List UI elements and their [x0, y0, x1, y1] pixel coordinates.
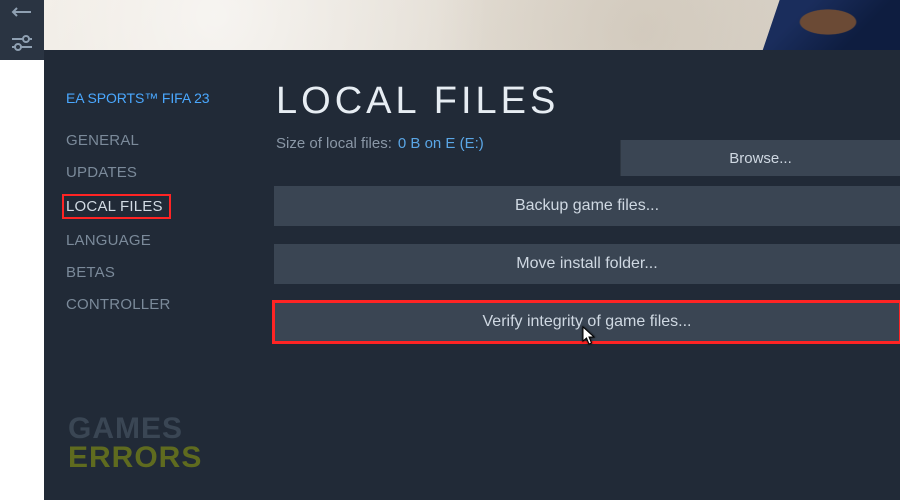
- backup-button[interactable]: Backup game files...: [274, 186, 900, 226]
- sidebar: EA SPORTS™ FIFA 23 GENERAL UPDATES LOCAL…: [44, 50, 274, 500]
- titlebar-banner: [44, 0, 900, 50]
- sidebar-item-betas[interactable]: BETAS: [66, 262, 274, 283]
- move-install-button[interactable]: Move install folder...: [274, 244, 900, 284]
- window-left-toolbar: [0, 0, 44, 60]
- watermark: GAMES ERRORS: [68, 415, 202, 472]
- sidebar-nav: GENERAL UPDATES LOCAL FILES LANGUAGE BET…: [66, 130, 274, 315]
- settings-sliders-icon[interactable]: [11, 35, 33, 56]
- properties-window: EA SPORTS™ FIFA 23 GENERAL UPDATES LOCAL…: [44, 0, 900, 500]
- sidebar-item-controller[interactable]: CONTROLLER: [66, 294, 274, 315]
- move-install-button-label: Move install folder...: [516, 255, 657, 273]
- backup-button-label: Backup game files...: [515, 197, 659, 215]
- watermark-line2: ERRORS: [68, 444, 202, 473]
- browse-button[interactable]: Browse...: [620, 140, 900, 176]
- sidebar-item-local-files[interactable]: LOCAL FILES: [62, 194, 171, 219]
- sidebar-item-language[interactable]: LANGUAGE: [66, 230, 274, 251]
- mouse-cursor-icon: [581, 326, 597, 346]
- main-panel: LOCAL FILES Size of local files: 0 B on …: [274, 50, 900, 500]
- sidebar-item-updates[interactable]: UPDATES: [66, 162, 274, 183]
- verify-integrity-button[interactable]: Verify integrity of game files...: [274, 302, 900, 342]
- browse-button-label: Browse...: [729, 150, 792, 167]
- game-title: EA SPORTS™ FIFA 23: [66, 90, 274, 106]
- page-heading: LOCAL FILES: [276, 80, 900, 123]
- local-size-label: Size of local files:: [276, 135, 392, 152]
- sidebar-item-general[interactable]: GENERAL: [66, 130, 274, 151]
- watermark-line1: GAMES: [68, 415, 202, 444]
- nav-back-icon[interactable]: [11, 5, 33, 23]
- local-size-value: 0 B on E (E:): [398, 135, 484, 152]
